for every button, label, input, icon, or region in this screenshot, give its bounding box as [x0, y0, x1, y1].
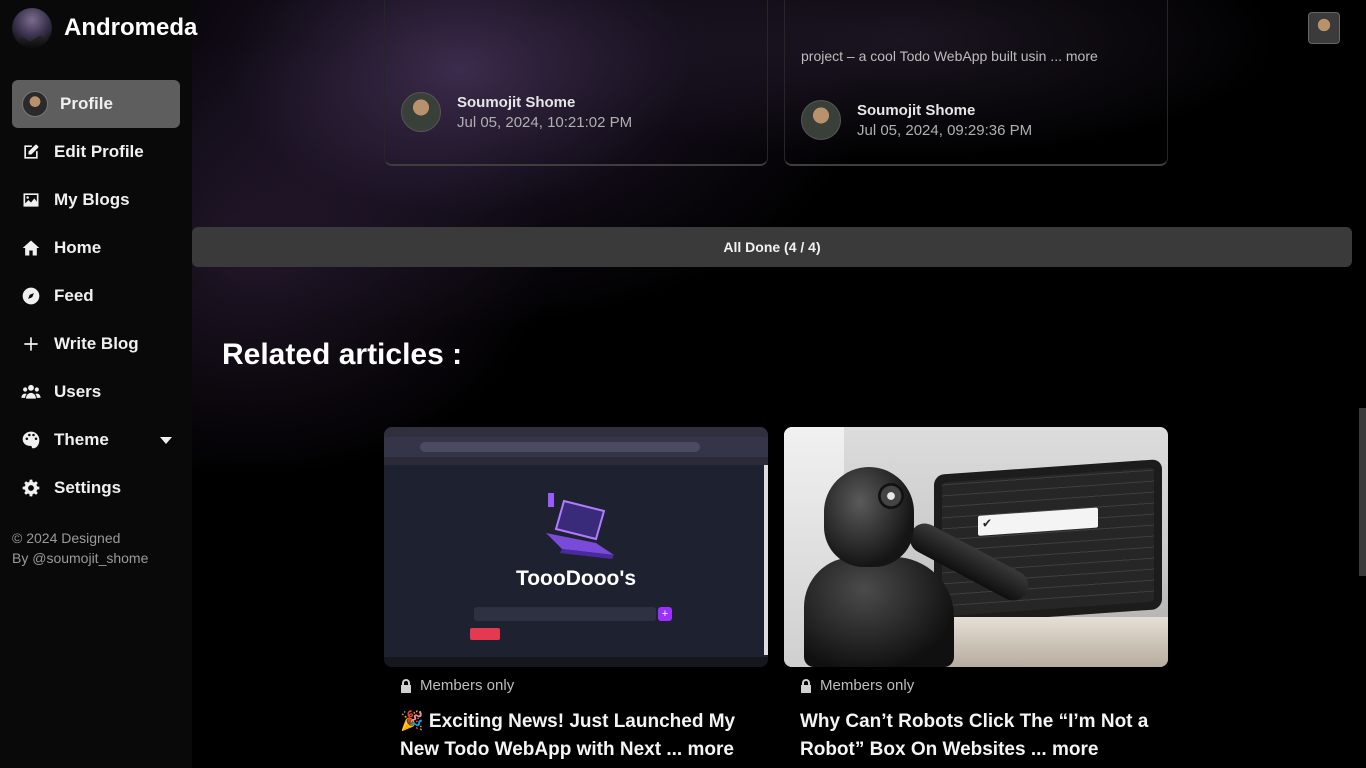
article-thumbnail[interactable]: [784, 427, 1168, 667]
gear-icon: [20, 477, 42, 499]
page-scrollbar[interactable]: [1359, 408, 1366, 576]
blog-card[interactable]: project – a cool Todo WebApp built usin …: [784, 0, 1168, 166]
sidebar-item-label: Settings: [54, 478, 122, 497]
robot-eye-icon: [878, 483, 904, 509]
members-only-badge: Members only: [800, 677, 1168, 694]
blog-card[interactable]: Soumojit Shome Jul 05, 2024, 10:21:02 PM: [384, 0, 768, 166]
related-card[interactable]: Members only Why Can’t Robots Click The …: [784, 427, 1168, 764]
image-icon: [20, 189, 42, 211]
user-avatar-button[interactable]: [1308, 12, 1340, 44]
sidebar-item-write-blog[interactable]: Write Blog: [12, 320, 180, 368]
browser-tab-bar: [384, 427, 768, 437]
post-date: Jul 05, 2024, 09:29:36 PM: [857, 121, 1033, 139]
sidebar-item-edit-profile[interactable]: Edit Profile: [12, 128, 180, 176]
sidebar-item-my-blogs[interactable]: My Blogs: [12, 176, 180, 224]
chevron-down-icon[interactable]: [160, 436, 172, 444]
lock-icon: [800, 678, 812, 693]
sidebar-nav: Profile Edit Profile My Blogs Home Feed: [12, 80, 180, 512]
compass-icon: [20, 285, 42, 307]
footer-line: © 2024 Designed: [12, 530, 121, 546]
logout-button-preview: [470, 628, 500, 640]
lock-icon: [400, 678, 412, 693]
badge-label: Members only: [820, 677, 915, 694]
sidebar-item-users[interactable]: Users: [12, 368, 180, 416]
sidebar-item-label: Profile: [60, 94, 113, 113]
footer-note: © 2024 Designed By @soumojit_shome: [12, 528, 182, 568]
all-done-button[interactable]: All Done (4 / 4): [192, 227, 1352, 267]
sidebar-item-label: Write Blog: [54, 334, 139, 353]
related-card[interactable]: ToooDooo's + Members only 🎉 Exciting New…: [384, 427, 768, 764]
preview-scrollbar: [764, 465, 768, 655]
author: Soumojit Shome Jul 05, 2024, 09:29:36 PM: [801, 100, 1032, 140]
browser-bookmarks-bar: [384, 457, 768, 465]
article-thumbnail[interactable]: ToooDooo's +: [384, 427, 768, 667]
sidebar-item-label: Theme: [54, 430, 109, 449]
sidebar-item-label: Home: [54, 238, 102, 257]
author-name: Soumojit Shome: [457, 93, 576, 111]
sidebar-item-label: Feed: [54, 286, 94, 305]
captcha-checkbox-preview: [978, 507, 1098, 536]
sidebar-item-label: Edit Profile: [54, 142, 144, 161]
author-avatar: [401, 92, 441, 132]
robot-body: [804, 557, 954, 667]
palette-icon: [20, 429, 42, 451]
brand[interactable]: Andromeda: [12, 8, 197, 48]
sidebar-item-settings[interactable]: Settings: [12, 464, 180, 512]
sidebar-item-theme[interactable]: Theme: [12, 416, 180, 464]
sidebar-item-profile[interactable]: Profile: [12, 80, 180, 128]
badge-label: Members only: [420, 677, 515, 694]
brand-logo: [12, 8, 52, 48]
profile-avatar: [22, 91, 48, 117]
todo-input-preview: [474, 607, 656, 621]
robot-head: [824, 467, 914, 567]
home-icon: [20, 237, 42, 259]
author: Soumojit Shome Jul 05, 2024, 10:21:02 PM: [401, 92, 632, 132]
author-avatar: [801, 100, 841, 140]
article-title[interactable]: Why Can’t Robots Click The “I’m Not a Ro…: [800, 708, 1152, 764]
post-date: Jul 05, 2024, 10:21:02 PM: [457, 113, 633, 131]
todo-app-title: ToooDooo's: [515, 567, 637, 590]
laptop-illustration-icon: [546, 493, 614, 559]
browser-address-bar: [384, 437, 768, 457]
author-name: Soumojit Shome: [857, 101, 976, 119]
card-snippet: project – a cool Todo WebApp built usin …: [801, 48, 1098, 64]
edit-icon: [20, 141, 42, 163]
sidebar-item-home[interactable]: Home: [12, 224, 180, 272]
sidebar-item-label: Users: [54, 382, 102, 401]
sidebar-item-feed[interactable]: Feed: [12, 272, 180, 320]
sidebar: Andromeda Profile Edit Profile My Blogs …: [0, 0, 197, 768]
brand-name: Andromeda: [64, 14, 198, 41]
plus-icon: +: [658, 607, 672, 621]
article-title[interactable]: 🎉 Exciting News! Just Launched My New To…: [400, 708, 752, 764]
plus-icon: [20, 333, 42, 355]
taskbar: [384, 657, 768, 667]
sidebar-item-label: My Blogs: [54, 190, 130, 209]
users-icon: [20, 381, 42, 403]
monitor-illustration: [934, 459, 1162, 625]
members-only-badge: Members only: [400, 677, 768, 694]
related-articles-heading: Related articles :: [222, 338, 463, 371]
footer-line: By @soumojit_shome: [12, 550, 149, 566]
